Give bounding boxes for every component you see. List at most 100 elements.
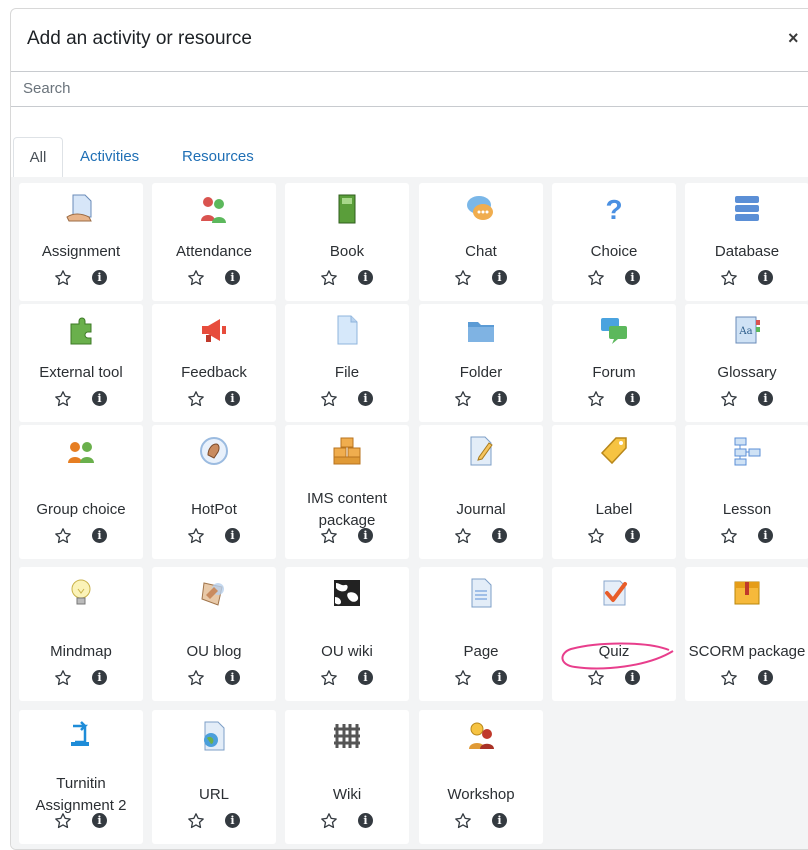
star-icon[interactable] — [587, 527, 605, 545]
star-icon[interactable] — [320, 812, 338, 830]
info-icon[interactable]: i — [625, 270, 640, 285]
info-icon[interactable]: i — [758, 391, 773, 406]
activity-card[interactable]: File i — [285, 304, 409, 422]
info-icon[interactable]: i — [358, 270, 373, 285]
info-icon[interactable]: i — [92, 670, 107, 685]
info-icon[interactable]: i — [92, 813, 107, 828]
star-icon[interactable] — [454, 390, 472, 408]
info-icon[interactable]: i — [492, 270, 507, 285]
star-icon[interactable] — [587, 669, 605, 687]
info-icon[interactable]: i — [225, 391, 240, 406]
star-icon[interactable] — [187, 269, 205, 287]
star-icon[interactable] — [320, 669, 338, 687]
info-icon[interactable]: i — [92, 391, 107, 406]
info-icon[interactable]: i — [358, 528, 373, 543]
activity-card[interactable]: Quiz i — [552, 567, 676, 701]
star-icon[interactable] — [54, 390, 72, 408]
info-icon[interactable]: i — [492, 813, 507, 828]
star-icon[interactable] — [587, 390, 605, 408]
activity-actions: i — [685, 269, 808, 289]
star-icon[interactable] — [54, 269, 72, 287]
activity-card[interactable]: Aa Glossary i — [685, 304, 808, 422]
activity-card[interactable]: URL i — [152, 710, 276, 844]
activity-card[interactable]: Attendance i — [152, 183, 276, 301]
star-icon[interactable] — [720, 527, 738, 545]
star-icon[interactable] — [454, 669, 472, 687]
activity-card[interactable]: HotPot i — [152, 425, 276, 559]
activity-card[interactable]: Forum i — [552, 304, 676, 422]
info-icon[interactable]: i — [625, 391, 640, 406]
star-icon[interactable] — [454, 269, 472, 287]
activity-card[interactable]: Wiki i — [285, 710, 409, 844]
activity-card[interactable]: Mindmap i — [19, 567, 143, 701]
star-icon[interactable] — [187, 390, 205, 408]
star-icon[interactable] — [54, 527, 72, 545]
info-icon[interactable]: i — [225, 270, 240, 285]
info-icon[interactable]: i — [492, 391, 507, 406]
activity-card[interactable]: Book i — [285, 183, 409, 301]
star-icon[interactable] — [187, 812, 205, 830]
star-icon[interactable] — [720, 390, 738, 408]
search-input[interactable] — [11, 72, 723, 104]
activity-card[interactable]: Lesson i — [685, 425, 808, 559]
page-icon — [465, 577, 497, 609]
file-icon — [331, 314, 363, 346]
close-button[interactable]: × — [788, 28, 799, 49]
activity-card[interactable]: Page i — [419, 567, 543, 701]
info-icon[interactable]: i — [758, 270, 773, 285]
star-icon[interactable] — [54, 812, 72, 830]
activity-actions: i — [552, 269, 676, 289]
activity-card[interactable]: Turnitin Assignment 2i — [19, 710, 143, 844]
activity-card[interactable]: Journal i — [419, 425, 543, 559]
star-icon[interactable] — [54, 669, 72, 687]
star-icon[interactable] — [320, 527, 338, 545]
info-icon[interactable]: i — [758, 670, 773, 685]
star-icon[interactable] — [720, 269, 738, 287]
book-icon — [331, 193, 363, 225]
info-icon[interactable]: i — [492, 670, 507, 685]
star-icon[interactable] — [587, 269, 605, 287]
activity-card[interactable]: Database i — [685, 183, 808, 301]
tab-all[interactable]: All — [13, 137, 63, 179]
star-icon[interactable] — [454, 812, 472, 830]
star-icon[interactable] — [187, 527, 205, 545]
activity-card[interactable]: SCORM package i — [685, 567, 808, 701]
tab-activities[interactable]: Activities — [80, 137, 139, 177]
star-icon[interactable] — [187, 669, 205, 687]
activity-actions: i — [285, 390, 409, 410]
activity-card[interactable]: Feedback i — [152, 304, 276, 422]
activity-card[interactable]: ? Choice i — [552, 183, 676, 301]
activity-actions: i — [285, 812, 409, 832]
activity-actions: i — [419, 269, 543, 289]
activity-card[interactable]: OU wiki i — [285, 567, 409, 701]
info-icon[interactable]: i — [625, 528, 640, 543]
info-icon[interactable]: i — [225, 528, 240, 543]
activity-card[interactable]: IMS content package i — [285, 425, 409, 559]
star-icon[interactable] — [720, 669, 738, 687]
svg-text:?: ? — [605, 194, 622, 225]
tab-resources[interactable]: Resources — [182, 137, 254, 177]
activity-card[interactable]: Label i — [552, 425, 676, 559]
activity-card[interactable]: Assignment i — [19, 183, 143, 301]
info-icon[interactable]: i — [358, 391, 373, 406]
activity-name: IMS content package — [306, 490, 388, 529]
info-icon[interactable]: i — [225, 670, 240, 685]
info-icon[interactable]: i — [625, 670, 640, 685]
activity-actions: i — [685, 669, 808, 689]
info-icon[interactable]: i — [492, 528, 507, 543]
activity-card[interactable]: Workshop i — [419, 710, 543, 844]
activity-card[interactable]: Folder i — [419, 304, 543, 422]
star-icon[interactable] — [320, 269, 338, 287]
info-icon[interactable]: i — [92, 270, 107, 285]
activity-card[interactable]: External tool i — [19, 304, 143, 422]
info-icon[interactable]: i — [758, 528, 773, 543]
star-icon[interactable] — [454, 527, 472, 545]
activity-card[interactable]: Group choice i — [19, 425, 143, 559]
star-icon[interactable] — [320, 390, 338, 408]
activity-card[interactable]: OU blog i — [152, 567, 276, 701]
activity-card[interactable]: Chat i — [419, 183, 543, 301]
info-icon[interactable]: i — [92, 528, 107, 543]
info-icon[interactable]: i — [358, 670, 373, 685]
info-icon[interactable]: i — [225, 813, 240, 828]
info-icon[interactable]: i — [358, 813, 373, 828]
